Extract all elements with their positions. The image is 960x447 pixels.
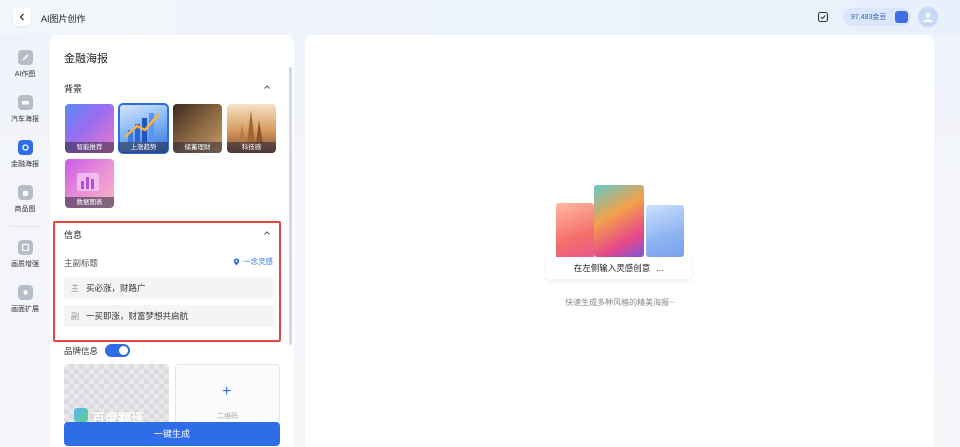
- main-title-prefix: 主: [70, 283, 80, 293]
- qr-code-caption: 二维码: [217, 413, 238, 420]
- panel-scrollbar[interactable]: [289, 67, 292, 345]
- settings-panel: 金融海报 背景 智能推荐 上涨趋势 储蓄理财 科技感 数据图表 信息 主副标题 …: [50, 35, 294, 447]
- background-option-uptrend[interactable]: 上涨趋势: [118, 103, 169, 154]
- subtitle-prefix: 副: [70, 311, 80, 321]
- expand-icon: [17, 285, 33, 300]
- background-option-smart[interactable]: 智能推荐: [65, 104, 114, 153]
- background-option-label: 储蓄理财: [173, 142, 222, 153]
- inspire-button[interactable]: 一念灵感: [233, 256, 273, 267]
- sidebar-item-label: 金融海报: [11, 161, 39, 168]
- inspire-label: 一念灵感: [243, 257, 273, 266]
- preview-hint: 快速生成多种风格的精美海报~: [565, 298, 674, 307]
- background-option-label: 上涨趋势: [119, 142, 168, 153]
- panel-title: 金融海报: [64, 53, 108, 65]
- poster-card-left: [556, 203, 594, 259]
- check-square-icon[interactable]: [817, 11, 829, 23]
- sidebar-item-ai-draw[interactable]: AI作图: [0, 42, 50, 82]
- brand-section-title: 品牌信息: [64, 346, 99, 356]
- preview-area: 在左侧输入灵感创意 ... 快速生成多种风格的精美海报~: [305, 35, 934, 447]
- main-title-value: 买必涨，财路广: [86, 283, 146, 293]
- background-option-label: 数据图表: [65, 197, 114, 208]
- background-option-data-chart[interactable]: 数据图表: [65, 159, 114, 208]
- prompt-dots: ...: [656, 263, 664, 273]
- chevron-up-icon[interactable]: [263, 83, 271, 91]
- background-option-label: 科技感: [227, 142, 276, 153]
- sidebar-item-label: AI作图: [14, 71, 36, 78]
- prompt-text: 在左侧输入灵感创意: [573, 263, 651, 273]
- sidebar: AI作图 汽车海报 金融海报 商品图 画质增强 画面扩展: [0, 34, 50, 447]
- car-icon: [17, 95, 33, 110]
- chevron-up-icon[interactable]: [263, 229, 271, 237]
- generate-button[interactable]: 一键生成: [64, 422, 280, 446]
- plus-icon: +: [222, 383, 232, 400]
- poster-card-center: [594, 185, 644, 257]
- sidebar-item-finance-poster[interactable]: 金融海报: [0, 132, 50, 172]
- poster-card-right: [646, 205, 684, 257]
- user-avatar-icon: [923, 12, 933, 22]
- brush-icon: [17, 50, 33, 65]
- sidebar-divider: [10, 226, 40, 227]
- sidebar-item-label: 汽车海报: [11, 116, 39, 123]
- chevron-left-icon: [19, 13, 24, 21]
- subtitle-value: 一买即涨，财富梦想共启航: [86, 311, 189, 321]
- background-option-tech[interactable]: 科技感: [227, 104, 276, 153]
- location-pin-icon: [233, 258, 240, 265]
- sidebar-item-enhance[interactable]: 画质增强: [0, 232, 50, 272]
- sidebar-item-label: 画面扩展: [11, 306, 39, 313]
- background-section-title: 背景: [64, 84, 83, 94]
- bag-icon: [17, 185, 33, 200]
- balance-badge[interactable]: 97,483金豆: [843, 8, 911, 26]
- title-field-label: 主副标题: [64, 258, 99, 268]
- top-bar: AI图片创作 97,483金豆: [0, 0, 960, 34]
- enhance-icon: [17, 240, 33, 255]
- finance-icon: [17, 140, 33, 155]
- sidebar-item-product[interactable]: 商品图: [0, 177, 50, 217]
- prompt-placeholder: 在左侧输入灵感创意 ...: [546, 257, 691, 279]
- sidebar-item-label: 画质增强: [11, 261, 39, 268]
- balance-value: 97,483金豆: [851, 14, 887, 21]
- brand-toggle[interactable]: [105, 344, 130, 357]
- background-option-label: 智能推荐: [65, 142, 114, 153]
- brand-logo-upload[interactable]: 百度翻译: [64, 364, 169, 426]
- subtitle-input[interactable]: 副 一买即涨，财富梦想共启航: [64, 305, 274, 327]
- sidebar-item-car-poster[interactable]: 汽车海报: [0, 87, 50, 127]
- sidebar-item-label: 商品图: [14, 206, 36, 213]
- app-title: AI图片创作: [41, 14, 86, 24]
- brand-logo-mark: [74, 408, 88, 422]
- wallet-icon: [895, 11, 908, 23]
- sidebar-item-expand[interactable]: 画面扩展: [0, 277, 50, 317]
- background-option-savings[interactable]: 储蓄理财: [173, 104, 222, 153]
- back-button[interactable]: [13, 8, 31, 26]
- main-title-input[interactable]: 主 买必涨，财路广: [64, 277, 274, 299]
- avatar[interactable]: [918, 7, 938, 27]
- info-section-title: 信息: [64, 230, 83, 240]
- qr-code-upload[interactable]: + 二维码: [175, 364, 280, 424]
